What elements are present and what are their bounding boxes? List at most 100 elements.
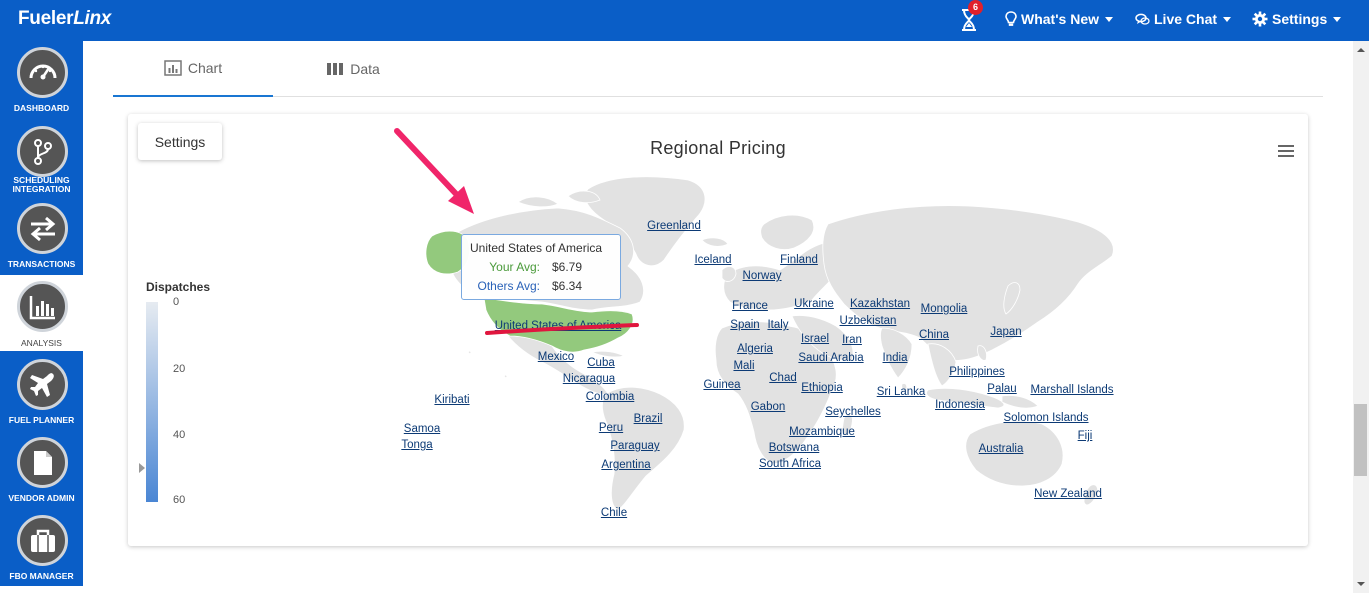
sidebar-item-label: FBO MANAGER <box>9 571 74 581</box>
scroll-down-icon[interactable] <box>1353 577 1369 591</box>
country-label-finland[interactable]: Finland <box>780 254 818 266</box>
chevron-down-icon <box>1105 16 1114 22</box>
country-label-nicaragua[interactable]: Nicaragua <box>563 373 615 385</box>
sidebar-footer <box>0 586 83 606</box>
country-label-south-africa[interactable]: South Africa <box>759 458 821 470</box>
country-label-australia[interactable]: Australia <box>979 443 1024 455</box>
country-label-mali[interactable]: Mali <box>733 360 754 372</box>
world-map <box>425 176 1114 511</box>
country-label-israel[interactable]: Israel <box>801 333 829 345</box>
dashboard-gauge-icon <box>17 47 68 98</box>
country-label-argentina[interactable]: Argentina <box>601 459 650 471</box>
country-label-botswana[interactable]: Botswana <box>769 442 820 454</box>
country-label-colombia[interactable]: Colombia <box>586 391 635 403</box>
landmass-scandinavia <box>760 214 815 250</box>
branch-icon <box>17 126 68 177</box>
country-label-japan[interactable]: Japan <box>990 326 1021 338</box>
country-label-fiji[interactable]: Fiji <box>1078 430 1093 442</box>
main-content: Chart Data Settings Regional Pricing Dis… <box>113 41 1323 606</box>
tab-chart[interactable]: Chart <box>113 41 273 97</box>
country-label-indonesia[interactable]: Indonesia <box>935 399 985 411</box>
country-label-mongolia[interactable]: Mongolia <box>921 303 968 315</box>
gear-icon <box>1252 11 1268 27</box>
live-chat-menu[interactable]: Live Chat <box>1135 11 1232 27</box>
tooltip-label: Others Avg: <box>477 279 540 293</box>
sidebar-item-label: DASHBOARD <box>13 103 70 113</box>
tab-bar: Chart Data <box>113 41 1323 97</box>
country-label-kiribati[interactable]: Kiribati <box>434 394 469 406</box>
bar-chart-icon <box>17 281 68 332</box>
tooltip-row-your-avg: Your Avg: $6.79 <box>470 260 612 274</box>
tab-data[interactable]: Data <box>273 41 433 97</box>
document-icon <box>17 437 68 488</box>
sidebar-item-fuel-planner[interactable]: FUEL PLANNER <box>0 353 83 429</box>
country-label-france[interactable]: France <box>732 300 768 312</box>
app-logo[interactable]: FuelerLinx <box>18 8 111 30</box>
sidebar-item-transactions[interactable]: TRANSACTIONS <box>0 197 83 273</box>
country-label-uzbekistan[interactable]: Uzbekistan <box>840 315 897 327</box>
country-label-cuba[interactable]: Cuba <box>587 357 615 369</box>
country-label-tonga[interactable]: Tonga <box>401 439 432 451</box>
sidebar: DASHBOARD SCHEDULING INTEGRATION TRANSAC… <box>0 41 83 586</box>
page-scrollbar[interactable] <box>1353 41 1369 593</box>
tab-label: Chart <box>187 60 223 76</box>
country-label-sri-lanka[interactable]: Sri Lanka <box>877 386 926 398</box>
settings-menu[interactable]: Settings <box>1252 11 1342 27</box>
country-label-brazil[interactable]: Brazil <box>634 413 663 425</box>
country-label-chad[interactable]: Chad <box>769 372 797 384</box>
sidebar-item-fbo-manager[interactable]: FBO MANAGER <box>0 509 83 585</box>
country-label-ethiopia[interactable]: Ethiopia <box>801 382 843 394</box>
tab-label: Data <box>350 61 380 77</box>
sidebar-item-dashboard[interactable]: DASHBOARD <box>0 41 83 117</box>
country-label-kazakhstan[interactable]: Kazakhstan <box>850 298 910 310</box>
airplane-icon <box>17 359 68 410</box>
country-label-mozambique[interactable]: Mozambique <box>789 426 855 438</box>
country-label-chile[interactable]: Chile <box>601 507 627 519</box>
scroll-up-icon[interactable] <box>1353 43 1369 57</box>
country-label-marshall-islands[interactable]: Marshall Islands <box>1030 384 1113 396</box>
tooltip-value: $6.34 <box>552 279 583 293</box>
country-label-norway[interactable]: Norway <box>743 270 782 282</box>
country-label-iran[interactable]: Iran <box>842 334 862 346</box>
country-label-algeria[interactable]: Algeria <box>737 343 773 355</box>
swap-arrows-icon <box>17 203 68 254</box>
sidebar-item-label: ANALYSIS <box>21 338 62 348</box>
country-label-saudi-arabia[interactable]: Saudi Arabia <box>798 352 863 364</box>
country-label-new-zealand[interactable]: New Zealand <box>1034 488 1102 500</box>
landmass-asia <box>822 205 1114 361</box>
top-bar: FuelerLinx 6 What's New Live Chat Settin… <box>0 0 1369 41</box>
country-label-greenland[interactable]: Greenland <box>647 220 701 232</box>
scroll-thumb[interactable] <box>1354 404 1367 476</box>
country-label-palau[interactable]: Palau <box>987 383 1016 395</box>
columns-icon <box>327 63 344 75</box>
country-label-iceland[interactable]: Iceland <box>694 254 731 266</box>
map-tooltip: United States of America Your Avg: $6.79… <box>461 234 621 300</box>
country-label-seychelles[interactable]: Seychelles <box>825 406 881 418</box>
landmass-new-guinea <box>1001 395 1039 409</box>
country-label-united-states-of-america[interactable]: United States of America <box>495 320 622 332</box>
country-label-ukraine[interactable]: Ukraine <box>794 298 834 310</box>
sidebar-item-vendor-admin[interactable]: VENDOR ADMIN <box>0 431 83 507</box>
country-label-solomon-islands[interactable]: Solomon Islands <box>1003 412 1088 424</box>
settings-label: Settings <box>1272 11 1328 27</box>
country-label-italy[interactable]: Italy <box>767 319 788 331</box>
country-label-mexico[interactable]: Mexico <box>538 351 574 363</box>
country-label-philippines[interactable]: Philippines <box>949 366 1005 378</box>
country-label-samoa[interactable]: Samoa <box>404 423 440 435</box>
tooltip-country: United States of America <box>470 241 603 255</box>
country-label-guinea[interactable]: Guinea <box>703 379 740 391</box>
chevron-down-icon <box>1223 16 1232 22</box>
notification-badge: 6 <box>968 0 983 15</box>
country-label-india[interactable]: India <box>883 352 908 364</box>
tooltip-row-others-avg: Others Avg: $6.34 <box>470 279 612 293</box>
country-label-paraguay[interactable]: Paraguay <box>610 440 659 452</box>
country-label-spain[interactable]: Spain <box>730 319 759 331</box>
country-label-gabon[interactable]: Gabon <box>751 401 786 413</box>
sidebar-item-analysis[interactable]: ANALYSIS <box>0 275 83 351</box>
sidebar-item-scheduling-integration[interactable]: SCHEDULING INTEGRATION <box>0 120 83 196</box>
tooltip-value: $6.79 <box>552 260 583 274</box>
landmass-islands <box>467 350 508 379</box>
country-label-china[interactable]: China <box>919 329 949 341</box>
country-label-peru[interactable]: Peru <box>599 422 623 434</box>
whats-new-menu[interactable]: What's New <box>1005 11 1114 27</box>
